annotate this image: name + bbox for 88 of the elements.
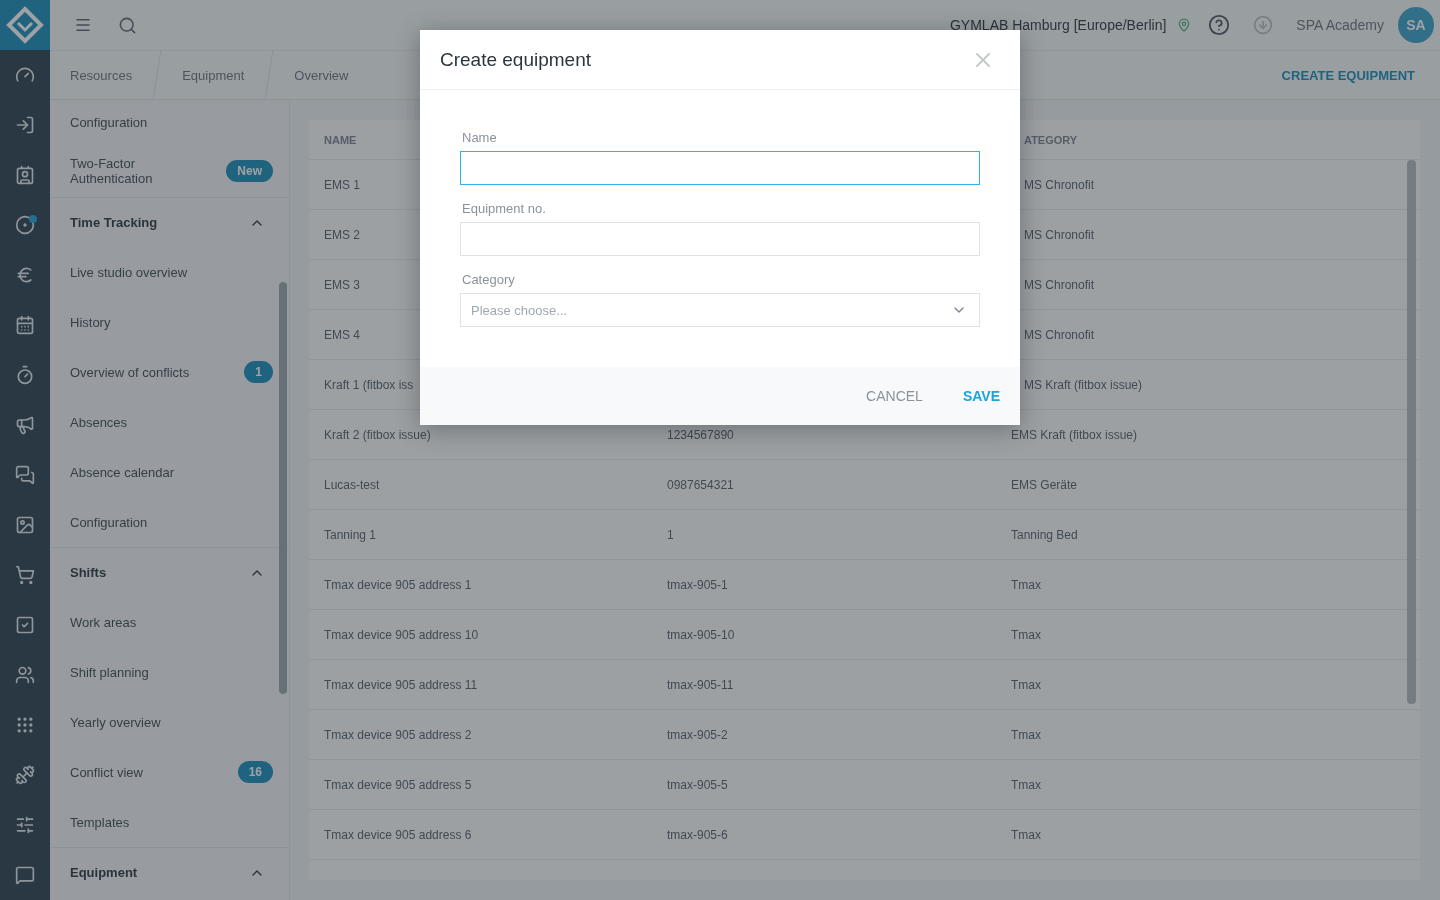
login-icon[interactable]: [15, 115, 35, 135]
table-cell-text: tmax-905-10: [666, 627, 735, 642]
target-icon[interactable]: [15, 215, 35, 235]
breadcrumb-link[interactable]: Overview: [274, 51, 369, 99]
megaphone-icon[interactable]: [15, 415, 35, 435]
table-cell-text: Kraft 1 (fitbox iss: [323, 377, 414, 392]
dots-icon[interactable]: [15, 715, 35, 735]
table-cell-text: MS Chronofit: [1023, 227, 1095, 242]
sidebar-item[interactable]: Absences: [50, 397, 289, 447]
table-cell-text: EMS 2: [323, 227, 360, 242]
table-cell-text: EMS Kraft (fitbox issue): [1010, 427, 1138, 442]
table-cell-text: Tmax: [1010, 727, 1041, 742]
sidebar-item[interactable]: Work areas: [50, 597, 289, 647]
timer-icon[interactable]: [15, 365, 35, 385]
breadcrumb-link[interactable]: Resources: [50, 51, 153, 99]
table-cell-text: EMS 4: [323, 327, 360, 342]
table-cell-text: Tmax device 905 address 5: [323, 777, 472, 792]
input-field[interactable]: [460, 151, 980, 185]
sidebar-item[interactable]: Configuration: [50, 497, 289, 547]
category-select[interactable]: Please choose...: [460, 293, 980, 327]
field-label: Category: [461, 272, 516, 287]
table-cell-text: tmax-905-2: [666, 727, 728, 742]
table-cell-text: Tmax: [1010, 677, 1041, 692]
cart-icon[interactable]: [15, 565, 35, 585]
calendar-icon[interactable]: [15, 315, 35, 335]
table-cell-text: Tmax device 905 address 11: [323, 677, 478, 692]
table-cell-text: Tmax: [1010, 627, 1041, 642]
table-cell-text: EMS Geräte: [1010, 477, 1078, 492]
table-cell-text: tmax-905-11: [666, 677, 734, 692]
logo-icon[interactable]: [0, 0, 50, 50]
table-cell-text: EMS 3: [323, 277, 360, 292]
create-equipment-button[interactable]: CREATE EQUIPMENT: [1281, 67, 1415, 83]
field-label: Equipment no.: [461, 201, 547, 216]
table-cell-text: 0987654321: [666, 477, 734, 492]
table-cell-text: Tmax device 905 address 10: [323, 627, 479, 642]
table-cell-text: Tmax: [1010, 577, 1041, 592]
sidebar-section-header[interactable]: Equipment: [50, 847, 289, 897]
sidebar-item[interactable]: Overview of conflicts 1: [50, 347, 289, 397]
table-cell-text: tmax-905-6: [666, 827, 728, 842]
new-badge: New: [226, 160, 273, 182]
table-cell-text: MS Kraft (fitbox issue): [1023, 377, 1143, 392]
sidebar-item[interactable]: Live studio overview: [50, 247, 289, 297]
field-label: Name: [461, 130, 498, 145]
dialog-title: Create equipment: [440, 48, 592, 71]
table-cell-text: Tmax: [1010, 777, 1041, 792]
table-cell-text: Tmax device 905 address 2: [323, 727, 472, 742]
cancel-button[interactable]: CANCEL: [866, 388, 923, 404]
table-cell-text: Lucas-test: [323, 477, 380, 492]
table-cell-text: Kraft 2 (fitbox issue): [323, 427, 431, 442]
user-avatar[interactable]: SA: [1398, 7, 1434, 43]
column-header[interactable]: NAME: [309, 133, 357, 146]
sidebar-section-header[interactable]: Time Tracking: [50, 197, 289, 247]
sidebar-item[interactable]: Configuration: [50, 100, 289, 145]
count-badge: 16: [237, 761, 273, 783]
table-cell-text: Tmax: [1010, 827, 1041, 842]
table-cell-text: MS Chronofit: [1023, 277, 1095, 292]
contact-icon[interactable]: [15, 165, 35, 185]
table-cell-text: 1: [666, 527, 674, 542]
dumbbell-icon[interactable]: [15, 765, 35, 785]
table-cell-text: Tmax device 905 address 6: [323, 827, 472, 842]
user-name[interactable]: SPA Academy: [1296, 17, 1384, 33]
table-cell-text: tmax-905-1: [666, 577, 728, 592]
count-badge: 1: [244, 361, 273, 383]
table-cell-text: Tanning 1: [323, 527, 377, 542]
location-label[interactable]: GYMLAB Hamburg [Europe/Berlin]: [950, 17, 1167, 33]
table-cell-text: tmax-905-5: [666, 777, 728, 792]
chat-icon[interactable]: [15, 465, 35, 485]
sidebar-item[interactable]: Yearly overview: [50, 697, 289, 747]
save-button[interactable]: SAVE: [962, 388, 1000, 404]
table-cell-text: 1234567890: [666, 427, 734, 442]
scrollbar[interactable]: [279, 282, 287, 694]
table-cell-text: MS Chronofit: [1023, 177, 1095, 192]
sidebar-item[interactable]: Absence calendar: [50, 447, 289, 497]
sidebar-item[interactable]: Shift planning: [50, 647, 289, 697]
sidebar-item[interactable]: History: [50, 297, 289, 347]
checkbox-icon[interactable]: [15, 615, 35, 635]
table-cell-text: MS Chronofit: [1023, 327, 1095, 342]
sidebar-item[interactable]: Conflict view 16: [50, 747, 289, 797]
table-cell-text: Tmax device 905 address 1: [323, 577, 472, 592]
users-icon[interactable]: [15, 665, 35, 685]
sidebar-item[interactable]: Templates: [50, 797, 289, 847]
sidebar-item[interactable]: Two-Factor Authentication New: [50, 145, 289, 197]
sliders-icon[interactable]: [15, 815, 35, 835]
breadcrumb-link[interactable]: Equipment: [162, 51, 265, 99]
gauge-icon[interactable]: [15, 65, 35, 85]
table-cell-text: Tanning Bed: [1010, 527, 1078, 542]
scrollbar[interactable]: [1407, 160, 1416, 704]
table-cell-text: EMS 1: [323, 177, 360, 192]
